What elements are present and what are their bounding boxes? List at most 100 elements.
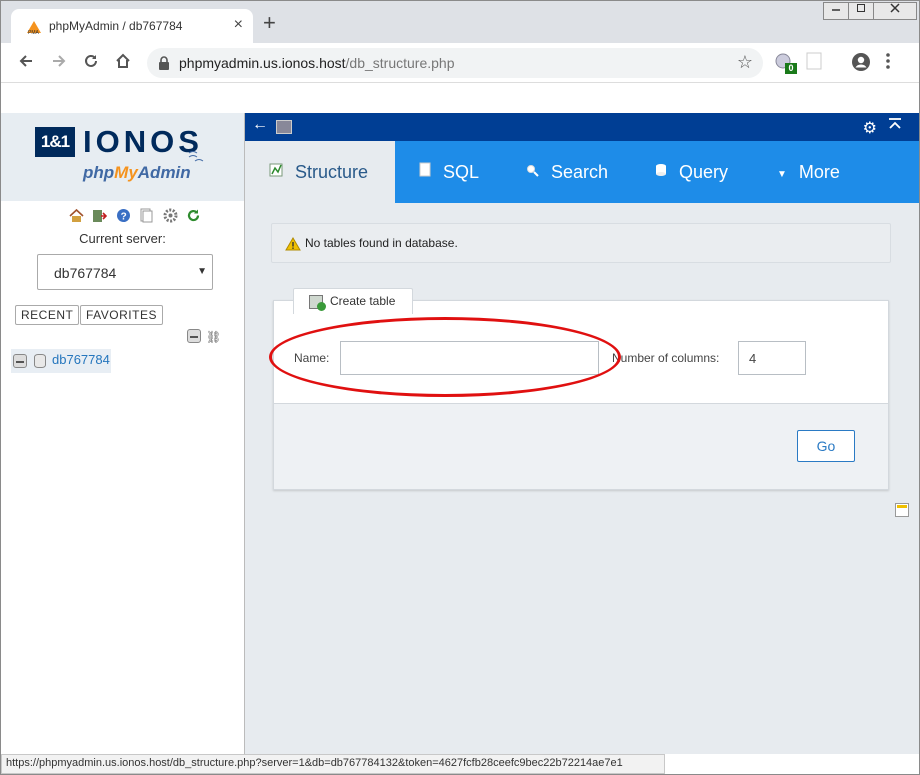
reload-button[interactable] [80, 52, 102, 74]
extension-page-button[interactable] [806, 52, 828, 74]
forward-button[interactable] [48, 52, 70, 74]
bookmark-star-icon[interactable]: ☆ [737, 52, 753, 73]
url-path: /db_structure.php [345, 55, 455, 71]
create-table-legend: Create table [293, 288, 413, 314]
restore-icon [857, 4, 865, 12]
browser-toolbar: phpmyadmin.us.ionos.host/db_structure.ph… [1, 43, 919, 83]
settings-gear-icon[interactable] [163, 208, 178, 223]
home-icon[interactable] [69, 208, 84, 223]
maximize-button[interactable] [848, 2, 874, 20]
new-tab-button[interactable]: + [263, 12, 276, 34]
columns-input[interactable]: 4 [738, 341, 806, 375]
minimize-button[interactable] [823, 2, 849, 20]
sails-icon [188, 151, 204, 162]
logo-admin: Admin [137, 163, 191, 182]
logout-icon[interactable] [92, 208, 108, 223]
settings-gear-icon[interactable]: ⚙ [863, 118, 877, 138]
url-host: phpmyadmin.us.ionos.host [179, 55, 346, 71]
more-vert-icon [886, 53, 890, 69]
pma-top-bar: ← ⚙ [245, 113, 919, 141]
pma-navigation: 1&1 IONOS phpMyAdmin ? Current server: d… [1, 113, 245, 754]
reload-navigation-icon[interactable] [186, 208, 201, 223]
profile-button[interactable] [851, 52, 873, 74]
database-name[interactable]: db767784 [52, 352, 110, 367]
page-icon [806, 52, 822, 70]
collapse-all-icon[interactable] [187, 329, 201, 343]
svg-text:PMA: PMA [28, 30, 40, 35]
extension-badge: 0 [785, 63, 797, 74]
no-tables-notice: No tables found in database. [271, 223, 891, 263]
query-icon [655, 142, 667, 204]
tab-search-label: Search [551, 162, 609, 182]
server-select[interactable]: db767784 ▼ [37, 254, 213, 290]
browser-window: PMA phpMyAdmin / db767784 × + phpmyadmin… [0, 0, 920, 775]
extension-button[interactable]: 0 [774, 52, 797, 74]
collapse-top-icon[interactable] [888, 117, 902, 131]
close-window-button[interactable] [873, 2, 917, 20]
logo-number: 1&1 [35, 127, 75, 157]
tab-sql[interactable]: SQL [419, 141, 519, 203]
logo-brand-name: IONOS [83, 124, 203, 159]
collapse-db-icon[interactable] [13, 354, 27, 368]
tab-sql-label: SQL [443, 162, 480, 182]
home-icon [116, 53, 130, 68]
tab-search[interactable]: Search [526, 141, 646, 203]
forward-arrow-icon [53, 55, 66, 67]
server-icon [276, 120, 292, 134]
minimize-icon [832, 9, 840, 11]
tab-structure-label: Structure [295, 162, 369, 182]
logo-product: phpMyAdmin [83, 163, 191, 183]
back-arrow-icon[interactable]: ← [252, 116, 268, 134]
red-annotation-circle [269, 317, 621, 397]
pma-favicon-icon: PMA [27, 21, 41, 35]
tab-more[interactable]: ▼ More [777, 141, 887, 203]
recent-button[interactable]: RECENT [15, 305, 80, 325]
documentation-icon[interactable] [139, 208, 154, 223]
chevron-down-icon: ▼ [197, 266, 207, 277]
warning-icon [285, 237, 301, 251]
address-bar[interactable]: phpmyadmin.us.ionos.host/db_structure.ph… [147, 48, 763, 78]
status-bar: https://phpmyadmin.us.ionos.host/db_stru… [1, 754, 665, 774]
caret-down-icon: ▼ [777, 169, 787, 180]
toolbar-spacer [1, 83, 919, 113]
database-tree-item[interactable]: db767784 [11, 349, 111, 373]
browser-menu-button[interactable] [885, 52, 907, 74]
profile-icon [852, 53, 870, 71]
svg-text:?: ? [121, 212, 127, 223]
server-select-value: db767784 [54, 265, 117, 281]
console-icon[interactable] [895, 503, 909, 517]
reload-icon [85, 54, 97, 67]
structure-icon [269, 142, 283, 204]
help-icon[interactable]: ? [116, 208, 131, 223]
database-icon [34, 354, 46, 368]
tab-more-label: More [798, 162, 840, 182]
browser-tab[interactable]: PMA phpMyAdmin / db767784 × [11, 9, 253, 43]
tab-query-label: Query [679, 162, 729, 182]
add-icon [317, 302, 326, 311]
columns-label: Number of columns: [612, 351, 720, 365]
logo[interactable]: 1&1 IONOS phpMyAdmin [1, 113, 244, 201]
tab-title: phpMyAdmin / db767784 [49, 19, 183, 33]
favorites-button[interactable]: FAVORITES [80, 305, 163, 325]
logo-my: My [114, 163, 138, 182]
tab-structure[interactable]: Structure [245, 141, 395, 203]
notice-text: No tables found in database. [305, 236, 458, 250]
nav-icon-row: ? [69, 207, 205, 223]
close-icon [890, 3, 900, 13]
link-icon[interactable]: ⛓ [206, 330, 221, 344]
url-text: phpmyadmin.us.ionos.host/db_structure.ph… [179, 55, 455, 71]
back-button[interactable] [15, 52, 37, 74]
sql-icon [419, 142, 431, 204]
go-button[interactable]: Go [797, 430, 855, 462]
home-button[interactable] [112, 52, 134, 74]
create-table-form-footer: Go [274, 403, 888, 489]
search-icon [526, 142, 539, 204]
logo-php: php [83, 163, 115, 182]
create-table-legend-text: Create table [330, 294, 396, 308]
close-tab-icon[interactable]: × [234, 16, 243, 34]
current-server-label: Current server: [79, 231, 166, 246]
lock-icon [159, 56, 169, 70]
tab-bar: PMA phpMyAdmin / db767784 × + [1, 1, 919, 43]
pma-main: ← ⚙ Structure SQL Search Query ▼ More No… [245, 113, 919, 754]
tab-query[interactable]: Query [655, 141, 765, 203]
